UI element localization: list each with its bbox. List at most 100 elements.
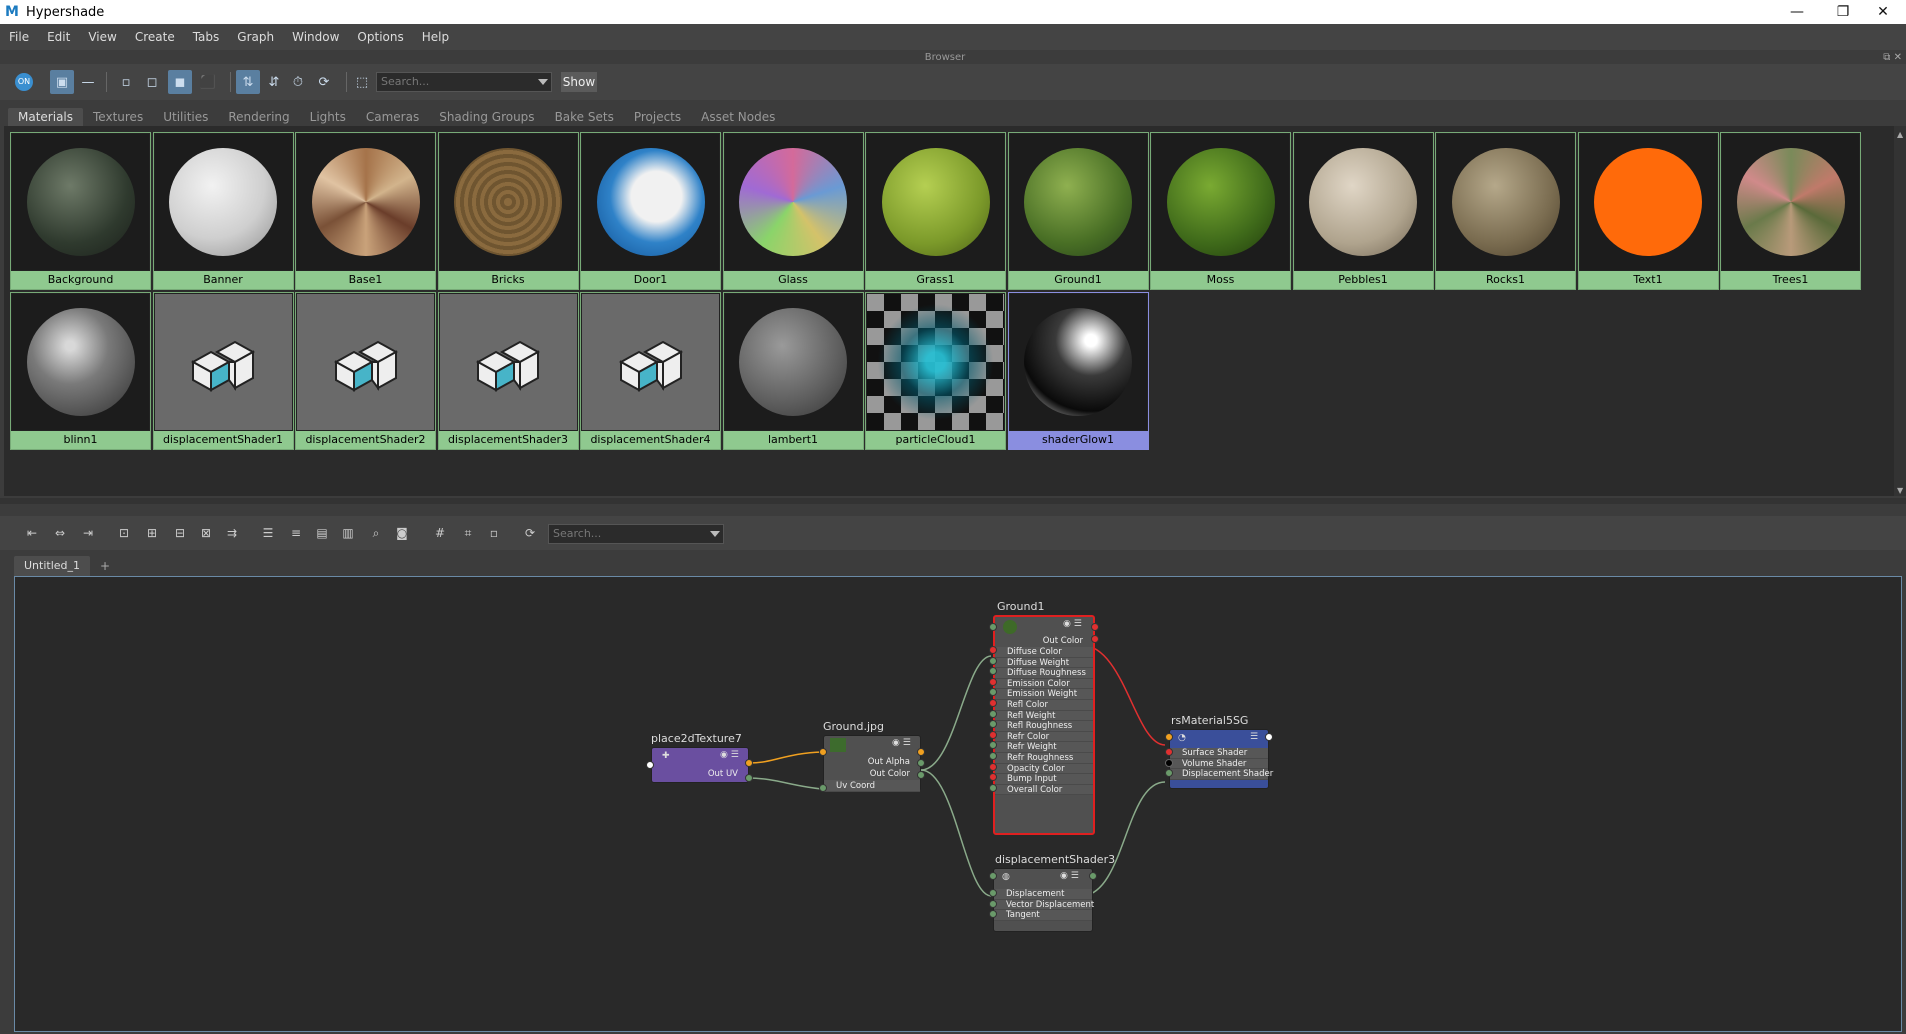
sort-type-icon[interactable]: ⇵ <box>262 70 286 94</box>
port-refl-weight[interactable] <box>989 709 997 718</box>
port-place2d-out[interactable] <box>745 759 753 767</box>
tab-rendering[interactable]: Rendering <box>218 108 299 126</box>
frame-all-icon[interactable]: ⊡ <box>112 522 136 544</box>
attr-out-uv[interactable]: Out UV <box>652 768 748 780</box>
material-swatch[interactable]: displacementShader4 <box>580 292 721 450</box>
small-swatch-icon[interactable]: ▫ <box>114 70 138 94</box>
port-ground1-in[interactable] <box>989 623 997 631</box>
menu-create[interactable]: Create <box>126 30 184 44</box>
wire-place2d-uv-groundjpg[interactable] <box>748 751 824 764</box>
panel-float-icon[interactable]: ⧉ ✕ <box>1883 52 1902 63</box>
material-swatch[interactable]: Grass1 <box>865 132 1006 290</box>
node-rsmaterial5sg[interactable]: ◔ ☰ Surface Shader Volume Shader Displacem… <box>1169 729 1273 789</box>
material-swatch[interactable]: Background <box>10 132 151 290</box>
attr-out-color[interactable]: Out Color <box>995 635 1093 647</box>
input-output-connections-icon[interactable]: ⇔ <box>48 522 72 544</box>
port-ground1-outcolor[interactable] <box>1091 635 1099 643</box>
minimize-button[interactable]: — <box>1774 0 1820 24</box>
port-diffuse-weight[interactable] <box>989 656 997 665</box>
attr-refl-weight[interactable]: Refl Weight <box>995 710 1093 722</box>
frame-selected-icon[interactable]: ⊞ <box>140 522 164 544</box>
full-mode-icon[interactable]: ▤ <box>310 522 334 544</box>
graph-layout-icon[interactable]: ⊟ <box>168 522 192 544</box>
tab-projects[interactable]: Projects <box>624 108 691 126</box>
sort-time-icon[interactable]: ⏱ <box>286 70 310 94</box>
attr-surface-shader[interactable]: Surface Shader <box>1170 748 1268 759</box>
tab-bake-sets[interactable]: Bake Sets <box>545 108 624 126</box>
tab-lights[interactable]: Lights <box>300 108 356 126</box>
tab-materials[interactable]: Materials <box>8 108 84 126</box>
filter-icon[interactable]: ⬚ <box>350 70 374 94</box>
material-swatch[interactable]: Door1 <box>580 132 721 290</box>
attr-refl-roughness[interactable]: Refl Roughness <box>995 721 1093 732</box>
material-swatch[interactable]: shaderGlow1 <box>1007 292 1149 450</box>
menu-view[interactable]: View <box>79 30 125 44</box>
port-refr-roughness[interactable] <box>989 752 997 760</box>
material-swatch[interactable]: displacementShader1 <box>152 292 294 450</box>
port-volume-shader[interactable] <box>1165 758 1173 767</box>
attr-diffuse-roughness[interactable]: Diffuse Roughness <box>995 668 1093 679</box>
attr-tangent[interactable]: Tangent <box>994 910 1092 921</box>
simple-mode-icon[interactable]: ☰ <box>256 522 280 544</box>
menu-graph[interactable]: Graph <box>228 30 283 44</box>
snap-grid-icon[interactable]: ⌗ <box>456 522 480 544</box>
remove-selected-icon[interactable]: ⊠ <box>194 522 218 544</box>
clear-graph-icon[interactable]: ⇉ <box>220 522 244 544</box>
node-place2dtexture[interactable]: ✚ ◉ ☰ Out UV <box>651 747 749 783</box>
menu-window[interactable]: Window <box>283 30 348 44</box>
menu-file[interactable]: File <box>0 30 38 44</box>
node-graph-canvas[interactable]: place2dTexture7 ✚ ◉ ☰ Out UV Ground.jpg … <box>14 576 1902 1032</box>
port-ground1-out[interactable] <box>1091 623 1099 631</box>
material-swatch[interactable]: Banner <box>152 132 294 290</box>
medium-swatch-icon[interactable]: ◻ <box>140 70 164 94</box>
node-ground-jpg[interactable]: ◉ ☰ Out Alpha Out Color Uv Coord <box>823 735 921 792</box>
swatch-toggle-icon[interactable]: ◙ <box>390 522 414 544</box>
material-swatch[interactable]: Rocks1 <box>1435 132 1576 290</box>
material-swatch[interactable]: displacementShader2 <box>295 292 436 450</box>
input-connections-icon[interactable]: ⇤ <box>20 522 44 544</box>
menu-options[interactable]: Options <box>348 30 412 44</box>
port-groundjpg-in[interactable] <box>819 748 827 756</box>
port-groundjpg-out[interactable] <box>917 748 925 756</box>
scroll-up-icon[interactable]: ▲ <box>1897 130 1903 139</box>
port-diffuse-color[interactable] <box>989 646 997 654</box>
close-button[interactable]: ✕ <box>1860 0 1906 24</box>
node-mode-icon[interactable]: ◉ ☰ <box>1063 619 1082 629</box>
port-refr-color[interactable] <box>989 730 997 739</box>
port-uv-coord[interactable] <box>819 784 827 792</box>
tab-textures[interactable]: Textures <box>83 108 153 126</box>
port-out-color[interactable] <box>917 771 925 779</box>
node-search-input[interactable]: Search... <box>548 524 724 544</box>
material-swatch[interactable]: Ground1 <box>1007 132 1149 290</box>
port-sg-out[interactable] <box>1265 733 1273 741</box>
port-vector-displacement[interactable] <box>989 899 997 908</box>
wire-outcolor-diffuse[interactable] <box>920 655 992 771</box>
wire-outcolor-displacement[interactable] <box>920 769 992 897</box>
attr-emission-weight[interactable]: Emission Weight <box>995 689 1093 700</box>
attr-diffuse-weight[interactable]: Diffuse Weight <box>995 657 1093 669</box>
material-swatch[interactable]: Bricks <box>437 132 579 290</box>
scroll-down-icon[interactable]: ▼ <box>1897 486 1903 495</box>
material-swatch[interactable]: Moss <box>1150 132 1291 290</box>
view-icons-icon[interactable]: ▣ <box>50 70 74 94</box>
attr-diffuse-color[interactable]: Diffuse Color <box>995 647 1093 658</box>
tab-cameras[interactable]: Cameras <box>356 108 429 126</box>
attr-vector-displacement[interactable]: Vector Displacement <box>994 899 1094 911</box>
attr-refr-color[interactable]: Refr Color <box>995 731 1093 743</box>
tab-utilities[interactable]: Utilities <box>153 108 218 126</box>
attr-opacity-color[interactable]: Opacity Color <box>995 763 1093 775</box>
port-disp3-in[interactable] <box>989 872 997 880</box>
attr-refr-weight[interactable]: Refr Weight <box>995 742 1093 753</box>
wire-place2d-uvcoord[interactable] <box>748 777 824 790</box>
port-out-alpha[interactable] <box>917 759 925 767</box>
material-swatch[interactable]: Glass <box>722 132 864 290</box>
menu-help[interactable]: Help <box>413 30 458 44</box>
xlarge-swatch-icon[interactable]: ⬛ <box>196 70 220 94</box>
node-mode-icon[interactable]: ◉ ☰ <box>1060 871 1079 881</box>
browser-search-input[interactable]: Search... <box>376 72 552 92</box>
port-disp3-out[interactable] <box>1089 872 1097 880</box>
port-opacity-color[interactable] <box>989 762 997 771</box>
material-swatch[interactable]: Text1 <box>1577 132 1719 290</box>
add-tab-button[interactable]: + <box>90 556 120 576</box>
node-mode-icon[interactable]: ☰ <box>1250 732 1258 742</box>
